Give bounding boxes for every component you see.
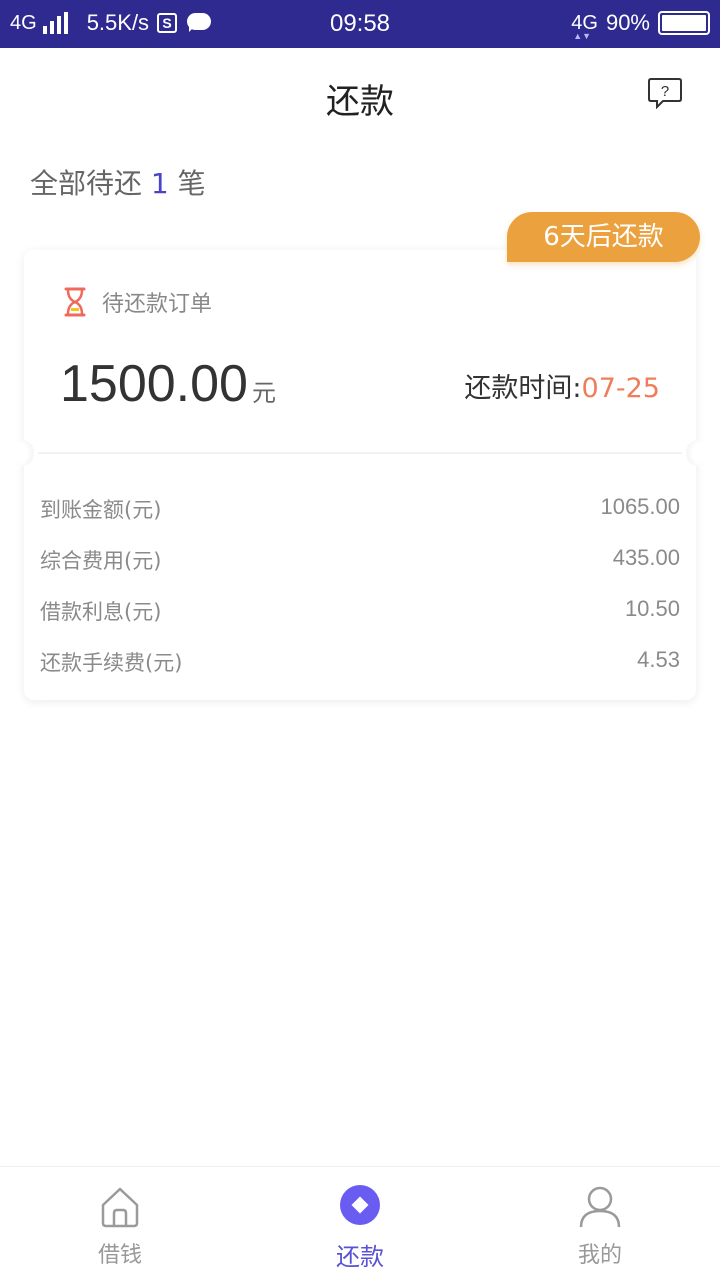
detail-value: 1065.00: [600, 494, 680, 519]
status-right: 4G ▲▼ 90%: [571, 10, 710, 41]
home-icon: [101, 1187, 139, 1228]
diamond-icon: [340, 1185, 380, 1225]
data-arrows-icon: ▲▼: [573, 30, 592, 41]
ticket-notch-left: [12, 440, 34, 466]
due-date-label: 还款时间:: [464, 373, 582, 404]
detail-value: 435.00: [612, 545, 680, 570]
detail-value: 4.53: [637, 647, 680, 672]
order-status-label: 待还款订单: [102, 292, 213, 317]
detail-row-fees: 综合费用(元) 435.00: [40, 545, 680, 596]
hourglass-icon: [64, 287, 86, 317]
summary-count: 1: [150, 167, 169, 200]
battery-percent: 90%: [605, 10, 650, 35]
bottom-nav: 借钱 还款 我的: [0, 1166, 720, 1280]
repayment-order-card[interactable]: 待还款订单 1500.00 元 还款时间:07-25 到账金额(元) 1065.…: [12, 250, 708, 700]
fee-details: 到账金额(元) 1065.00 综合费用(元) 435.00 借款利息(元) 1…: [40, 494, 680, 698]
detail-label: 综合费用(元): [40, 549, 162, 573]
due-countdown-badge: 6天后还款: [507, 212, 700, 262]
detail-row-service-fee: 还款手续费(元) 4.53: [40, 647, 680, 698]
card-header: 待还款订单: [64, 286, 212, 318]
nav-label: 借钱: [97, 1243, 142, 1268]
battery-icon: [658, 11, 710, 35]
detail-row-received: 到账金额(元) 1065.00: [40, 494, 680, 545]
header: 还款 ?: [0, 48, 720, 140]
svg-text:?: ?: [661, 83, 669, 100]
card-divider: [38, 452, 682, 454]
due-date: 还款时间:07-25: [464, 366, 660, 405]
detail-label: 还款手续费(元): [40, 651, 183, 675]
detail-label: 借款利息(元): [40, 600, 162, 624]
page-title: 还款: [326, 82, 394, 122]
nav-item-repay[interactable]: 还款: [240, 1167, 480, 1280]
detail-value: 10.50: [624, 596, 680, 621]
network-type-right: 4G ▲▼: [571, 12, 598, 41]
user-icon: [579, 1186, 621, 1228]
help-icon[interactable]: ?: [648, 77, 682, 109]
ticket-notch-right: [686, 440, 708, 466]
repayment-amount: 1500.00 元: [60, 354, 276, 414]
summary-prefix: 全部待还: [30, 167, 143, 200]
amount-value: 1500.00: [60, 355, 248, 413]
detail-row-interest: 借款利息(元) 10.50: [40, 596, 680, 647]
summary-suffix: 笔: [177, 167, 206, 200]
nav-item-mine[interactable]: 我的: [480, 1167, 720, 1280]
nav-label: 我的: [577, 1243, 622, 1268]
due-date-value: 07-25: [581, 373, 660, 404]
status-bar: 4G 5.5K/s S 09:58 4G ▲▼ 90%: [0, 0, 720, 48]
nav-item-borrow[interactable]: 借钱: [0, 1167, 240, 1280]
detail-label: 到账金额(元): [40, 498, 162, 522]
pending-summary: 全部待还 1 笔: [30, 162, 206, 202]
amount-unit: 元: [251, 379, 276, 407]
nav-label: 还款: [336, 1243, 384, 1271]
